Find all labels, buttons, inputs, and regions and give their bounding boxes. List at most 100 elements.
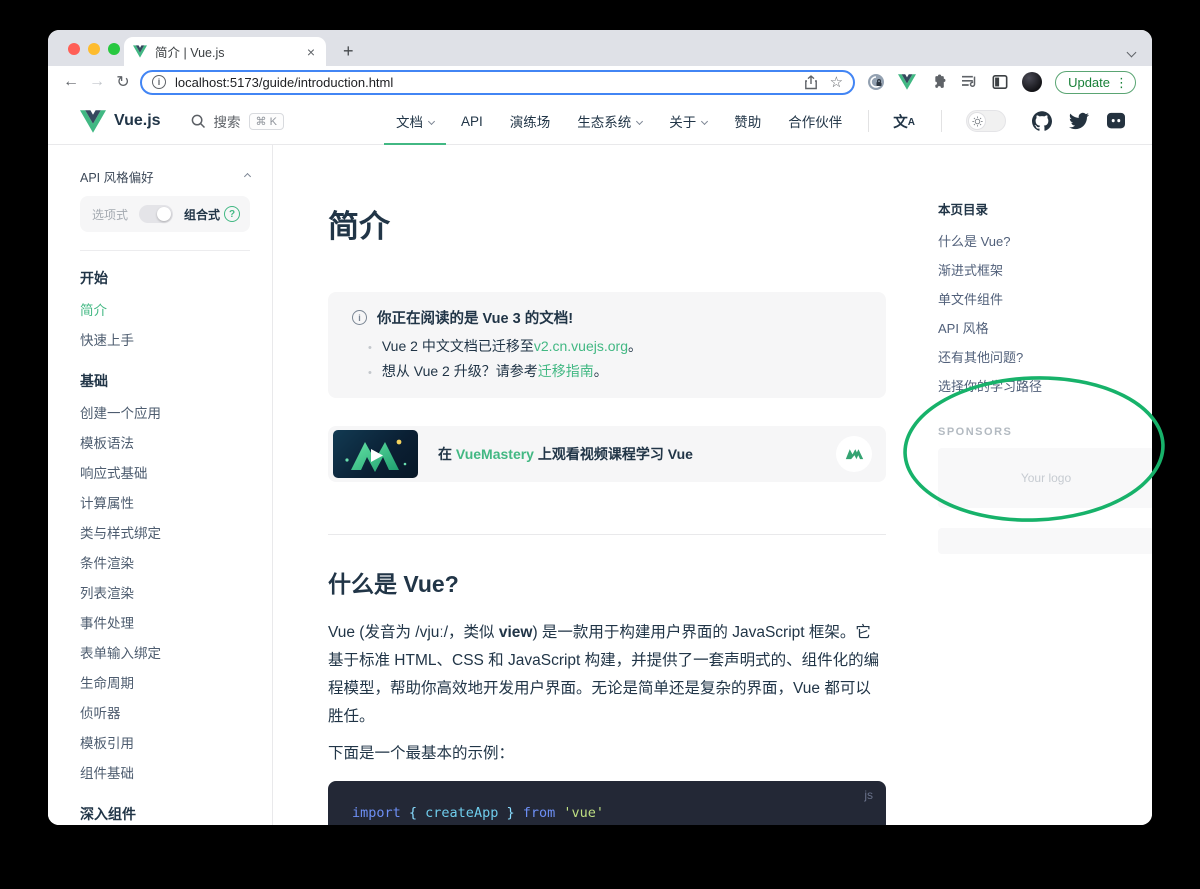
minimize-window-button[interactable]	[88, 43, 100, 55]
sidebar-group-title: 开始	[80, 263, 250, 294]
sidebar-item[interactable]: 快速上手	[80, 324, 250, 354]
toc-item[interactable]: 还有其他问题?	[938, 342, 1152, 371]
chevron-down-icon	[636, 117, 643, 124]
theme-toggle[interactable]	[966, 110, 1006, 132]
nav-item-文档[interactable]: 文档	[396, 98, 434, 144]
github-link[interactable]	[1032, 111, 1052, 131]
composition-api-label[interactable]: 组合式	[184, 206, 220, 223]
screenshot-canvas: { "colors": { "accent": "#42b883", "anno…	[0, 0, 1200, 889]
sidebar-item[interactable]: 响应式基础	[80, 457, 250, 487]
sidebar-item[interactable]: 简介	[80, 294, 250, 324]
share-icon[interactable]	[804, 75, 818, 90]
discord-link[interactable]	[1106, 112, 1126, 130]
sponsors-label: SPONSORS	[938, 426, 1152, 438]
sidebar-item[interactable]: 表单输入绑定	[80, 637, 250, 667]
url-bar[interactable]: i localhost:5173/guide/introduction.html…	[140, 70, 855, 95]
theme-toggle-knob	[968, 112, 986, 130]
nav-item-关于[interactable]: 关于	[669, 98, 707, 144]
sidebar-group-title: 深入组件	[80, 799, 250, 825]
options-api-label[interactable]: 选项式	[92, 206, 128, 223]
zoom-window-button[interactable]	[108, 43, 120, 55]
sun-icon	[972, 116, 983, 127]
bullet-text: Vue 2 中文文档已迁移至	[382, 335, 534, 358]
code-block: js import { createApp } from 'vue' creat…	[328, 781, 886, 825]
sidebar-item[interactable]: 列表渲染	[80, 577, 250, 607]
translate-icon[interactable]: 文A	[893, 111, 915, 132]
main-content: 简介 i 你正在阅读的是 Vue 3 的文档! •Vue 2 中文文档已迁移至 …	[328, 145, 886, 825]
privacy-extension-icon[interactable]	[867, 73, 885, 91]
site-info-icon[interactable]: i	[152, 75, 166, 89]
tab-search-chevron-icon[interactable]	[1128, 43, 1135, 61]
vuemastery-video-thumbnail[interactable]	[333, 430, 418, 478]
nav-item-合作伙伴[interactable]: 合作伙伴	[788, 98, 842, 144]
profile-avatar[interactable]	[1022, 72, 1042, 92]
search-button[interactable]: 搜索 ⌘ K	[191, 111, 284, 131]
bookmark-star-icon[interactable]: ☆	[830, 75, 843, 90]
section-heading: 什么是 Vue?	[328, 565, 886, 599]
toc-item[interactable]: 选择你的学习路径	[938, 371, 1152, 400]
bullet-link[interactable]: 迁移指南	[538, 360, 594, 383]
toc-title: 本页目录	[938, 199, 1152, 218]
sidebar-item[interactable]: 事件处理	[80, 607, 250, 637]
bullet-dot-icon: •	[368, 337, 372, 360]
new-tab-button[interactable]: +	[339, 41, 358, 62]
toc-item[interactable]: 单文件组件	[938, 284, 1152, 313]
code-line: import { createApp } from 'vue'	[352, 801, 862, 825]
api-style-toggle[interactable]	[139, 205, 173, 223]
extensions-puzzle-icon[interactable]	[929, 73, 947, 91]
back-button[interactable]: ←	[58, 73, 84, 91]
sponsor-placeholder[interactable]: Your logo	[938, 448, 1152, 508]
vue-logo-home-link[interactable]: Vue.js	[80, 110, 161, 133]
bullet-link[interactable]: v2.cn.vuejs.org	[534, 335, 628, 358]
nav-item-赞助[interactable]: 赞助	[734, 98, 761, 144]
sidebar-item[interactable]: 生命周期	[80, 667, 250, 697]
banner-text-pre: 在	[438, 446, 456, 462]
vue-devtools-icon[interactable]	[898, 73, 916, 91]
info-callout: i 你正在阅读的是 Vue 3 的文档! • Vue 2 中文文档已迁移至 v2.…	[328, 292, 886, 398]
api-preference-header[interactable]: API 风格偏好	[80, 167, 250, 186]
sidebar-item[interactable]: 类与样式绑定	[80, 517, 250, 547]
search-label: 搜索	[214, 111, 241, 131]
sidebar-item[interactable]: 条件渲染	[80, 547, 250, 577]
sidebar-item[interactable]: 模板引用	[80, 727, 250, 757]
nav-item-API[interactable]: API	[461, 98, 483, 144]
sidebar-item[interactable]: 创建一个应用	[80, 397, 250, 427]
browser-tab[interactable]: 简介 | Vue.js ×	[124, 37, 326, 66]
help-icon[interactable]: ?	[224, 206, 240, 222]
vuemastery-link[interactable]: VueMastery	[456, 446, 534, 462]
reload-button[interactable]: ↻	[110, 72, 136, 92]
extensions-row: Update ⋮	[867, 71, 1136, 94]
code-language-badge: js	[864, 788, 873, 802]
nav-item-演练场[interactable]: 演练场	[510, 98, 551, 144]
window-controls	[68, 43, 120, 55]
nav-item-label: API	[461, 114, 483, 129]
split-view-icon[interactable]	[991, 73, 1009, 91]
api-style-toggle-knob	[157, 207, 171, 221]
sidebar-divider	[80, 250, 250, 251]
close-window-button[interactable]	[68, 43, 80, 55]
close-tab-icon[interactable]: ×	[305, 45, 317, 59]
banner-text-post: 上观看视频课程学习 Vue	[534, 446, 693, 462]
nav-item-生态系统[interactable]: 生态系统	[577, 98, 642, 144]
list-extension-icon[interactable]	[960, 73, 978, 91]
sidebar: API 风格偏好 选项式 组合式 ? 开始简介快速上手基础创建一个应用模板语法响…	[48, 145, 273, 825]
browser-menu-icon[interactable]: ⋮	[1115, 76, 1128, 89]
brand-name: Vue.js	[114, 112, 161, 130]
sidebar-item[interactable]: 模板语法	[80, 427, 250, 457]
sidebar-item[interactable]: 组件基础	[80, 757, 250, 787]
nav-item-label: 文档	[396, 111, 423, 131]
code-token: from	[523, 805, 556, 821]
info-bullet-list: •Vue 2 中文文档已迁移至 v2.cn.vuejs.org。•想从 Vue …	[352, 335, 862, 385]
forward-button[interactable]: →	[84, 73, 110, 91]
info-callout-title-row: i 你正在阅读的是 Vue 3 的文档!	[352, 307, 862, 328]
toc-item[interactable]: API 风格	[938, 313, 1152, 342]
twitter-link[interactable]	[1069, 111, 1089, 131]
vuemastery-banner[interactable]: 在 VueMastery 上观看视频课程学习 Vue	[328, 426, 886, 482]
toc-item[interactable]: 渐进式框架	[938, 255, 1152, 284]
sidebar-item[interactable]: 侦听器	[80, 697, 250, 727]
sponsor-placeholder-partial[interactable]	[938, 528, 1152, 554]
toc-item[interactable]: 什么是 Vue?	[938, 226, 1152, 255]
url-text[interactable]: localhost:5173/guide/introduction.html	[175, 75, 393, 90]
update-button[interactable]: Update ⋮	[1055, 71, 1136, 94]
sidebar-item[interactable]: 计算属性	[80, 487, 250, 517]
